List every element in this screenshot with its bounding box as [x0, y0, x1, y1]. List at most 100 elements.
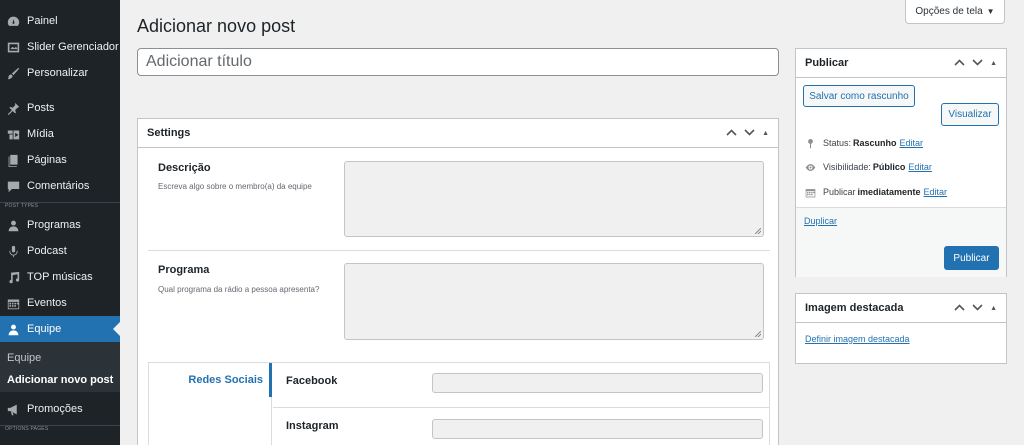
field-label-instagram: Instagram — [286, 420, 339, 432]
publish-header: Publicar ▲ — [796, 49, 1006, 78]
sidebar-item-personalizar[interactable]: Personalizar — [0, 60, 120, 86]
visibility-value: Público — [872, 162, 906, 172]
sidebar-item-label: Painel — [27, 15, 58, 27]
sidebar-item-label: Slider Gerenciador — [27, 41, 119, 53]
post-title-input[interactable] — [137, 48, 779, 76]
users-icon — [6, 218, 20, 232]
edit-status-link[interactable]: Editar — [900, 138, 924, 148]
sidebar-item-top-musicas[interactable]: TOP músicas — [0, 264, 120, 290]
settings-metabox: Settings ▲ Descrição Escreva algo sobre … — [137, 118, 779, 445]
field-label-programa: Programa — [158, 264, 210, 276]
submenu-item-equipe[interactable]: Equipe — [7, 352, 41, 364]
pin-icon — [804, 137, 816, 149]
visibility-row: Visibilidade: Público Editar — [804, 161, 932, 173]
admin-sidebar: Painel Slider Gerenciador Personalizar P… — [0, 0, 120, 445]
field-label-facebook: Facebook — [286, 375, 338, 387]
megaphone-icon — [6, 402, 20, 416]
sidebar-item-programas[interactable]: Programas — [0, 212, 120, 238]
page-title: Adicionar novo post — [137, 16, 296, 36]
metabox-handle-actions: ▲ — [954, 303, 997, 314]
toggle-panel-icon[interactable]: ▲ — [990, 305, 997, 312]
pin-icon — [6, 101, 20, 115]
sidebar-item-label: Posts — [27, 102, 55, 114]
edit-schedule-link[interactable]: Editar — [924, 187, 948, 197]
chevron-up-icon[interactable] — [954, 303, 965, 314]
sidebar-item-label: Comentários — [27, 180, 90, 192]
publish-button[interactable]: Publicar — [944, 246, 999, 270]
programa-textarea[interactable] — [344, 263, 764, 340]
sidebar-item-midia[interactable]: Mídia — [0, 121, 120, 147]
sidebar-item-painel[interactable]: Painel — [0, 8, 120, 34]
sidebar-submenu: Equipe Adicionar novo post — [0, 342, 120, 392]
separator-options-pages: OPTIONS PAGES — [5, 426, 49, 432]
separator-post-types: POST TYPES — [5, 203, 39, 209]
eye-icon — [804, 161, 816, 173]
sidebar-item-label: Páginas — [27, 154, 67, 166]
featured-image-metabox: Imagem destacada ▲ Definir imagem destac… — [795, 293, 1007, 364]
publish-title: Publicar — [805, 57, 849, 69]
media-icon — [6, 127, 20, 141]
tab-redes-sociais[interactable]: Redes Sociais — [150, 363, 272, 397]
facebook-input[interactable] — [432, 373, 763, 393]
duplicate-link[interactable]: Duplicar — [804, 216, 837, 226]
dashboard-icon — [6, 14, 20, 28]
social-tabs: Redes Sociais Facebook Instagram — [148, 362, 770, 445]
sidebar-item-posts[interactable]: Posts — [0, 95, 120, 121]
save-draft-button[interactable]: Salvar como rascunho — [803, 85, 915, 107]
field-desc-descricao: Escreva algo sobre o membro(a) da equipe — [158, 182, 312, 191]
row-divider — [148, 250, 770, 251]
screen-options-button[interactable]: Opções de tela ▼ — [905, 0, 1005, 24]
descricao-textarea[interactable] — [344, 161, 764, 237]
toggle-panel-icon[interactable]: ▲ — [990, 60, 997, 67]
chevron-down-icon[interactable] — [744, 128, 755, 139]
sidebar-item-eventos[interactable]: Eventos — [0, 290, 120, 316]
edit-visibility-link[interactable]: Editar — [908, 162, 932, 172]
preview-button[interactable]: Visualizar — [941, 103, 999, 126]
settings-title: Settings — [147, 127, 191, 139]
metabox-handle-actions: ▲ — [954, 58, 997, 69]
microphone-icon — [6, 244, 20, 258]
status-row: Status: Rascunho Editar — [804, 137, 923, 149]
sidebar-item-comentarios[interactable]: Comentários — [0, 173, 120, 199]
chevron-down-icon[interactable] — [972, 58, 983, 69]
sidebar-item-label: Eventos — [27, 297, 67, 309]
sidebar-item-label: TOP músicas — [27, 271, 93, 283]
tab-column: Redes Sociais — [149, 363, 272, 445]
pages-icon — [6, 153, 20, 167]
featured-header: Imagem destacada ▲ — [796, 294, 1006, 323]
chevron-up-icon[interactable] — [726, 128, 737, 139]
publish-metabox: Publicar ▲ Salvar como rascunho Visualiz… — [795, 48, 1007, 277]
metabox-handle-actions: ▲ — [726, 128, 769, 139]
instagram-input[interactable] — [432, 419, 763, 439]
submenu-item-adicionar-novo[interactable]: Adicionar novo post — [7, 374, 113, 386]
row-divider — [273, 407, 769, 408]
user-icon — [6, 322, 20, 336]
field-label-descricao: Descrição — [158, 162, 211, 174]
visibility-label: Visibilidade: — [823, 162, 871, 172]
sidebar-item-label: Equipe — [27, 323, 62, 335]
settings-header: Settings ▲ — [138, 119, 778, 148]
sidebar-item-podcast[interactable]: Podcast — [0, 238, 120, 264]
music-icon — [6, 270, 20, 284]
sidebar-item-equipe[interactable]: Equipe — [0, 316, 120, 342]
sidebar-item-label: Podcast — [27, 245, 67, 257]
toggle-panel-icon[interactable]: ▲ — [762, 130, 769, 137]
publish-actions: Duplicar Publicar — [796, 207, 1006, 277]
sidebar-item-label: Promoções — [27, 403, 83, 415]
sidebar-item-label: Programas — [27, 219, 81, 231]
status-label: Status: — [823, 138, 852, 148]
schedule-label: Publicar — [823, 187, 856, 197]
chevron-up-icon[interactable] — [954, 58, 965, 69]
field-desc-programa: Qual programa da rádio a pessoa apresent… — [158, 285, 320, 294]
sidebar-item-promocoes[interactable]: Promoções — [0, 396, 120, 422]
chevron-down-icon[interactable] — [972, 303, 983, 314]
sidebar-item-label: Personalizar — [27, 67, 89, 79]
set-featured-image-link[interactable]: Definir imagem destacada — [805, 334, 910, 344]
customize-icon — [6, 66, 20, 80]
schedule-row: Publicar imediatamente Editar — [804, 186, 947, 198]
sidebar-item-paginas[interactable]: Páginas — [0, 147, 120, 173]
sidebar-item-slider[interactable]: Slider Gerenciador — [0, 34, 120, 60]
sidebar-item-label: Mídia — [27, 128, 54, 140]
status-value: Rascunho — [853, 138, 897, 148]
schedule-value: imediatamente — [857, 187, 921, 197]
